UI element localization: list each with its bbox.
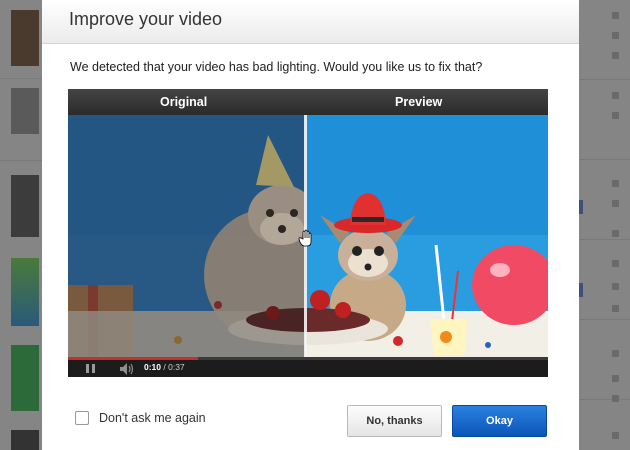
video-scene [68,115,548,357]
dont-ask-checkbox[interactable] [75,411,89,425]
current-time: 0:10 [144,362,162,372]
player-controls: 0:10 / 0:37 [68,357,548,377]
dialog-message: We detected that your video has bad ligh… [70,60,483,74]
comparison-header: Original Preview [68,89,548,115]
dont-ask-label: Don't ask me again [99,411,206,425]
improve-video-dialog: Improve your video We detected that your… [42,0,579,450]
background-thumbnail [11,10,39,66]
dialog-header: Improve your video [42,0,579,44]
progress-bar[interactable] [68,357,548,360]
video-frame[interactable] [68,115,548,357]
pause-button[interactable] [86,364,95,373]
background-thumbnail [11,345,39,411]
background-thumbnail [11,88,39,134]
original-label: Original [160,95,208,109]
okay-button[interactable]: Okay [452,405,547,437]
no-thanks-button[interactable]: No, thanks [347,405,442,437]
time-display: 0:10 / 0:37 [144,362,185,372]
background-thumbnail [11,258,39,326]
duration: / 0:37 [163,362,185,372]
progress-fill [68,357,198,360]
video-comparison-player[interactable]: Original Preview 0:10 / 0:37 [68,89,548,377]
preview-label: Preview [395,95,443,109]
volume-icon[interactable] [120,362,134,375]
background-thumbnail [11,430,39,450]
dialog-title: Improve your video [69,9,223,29]
background-thumbnail [11,175,39,237]
